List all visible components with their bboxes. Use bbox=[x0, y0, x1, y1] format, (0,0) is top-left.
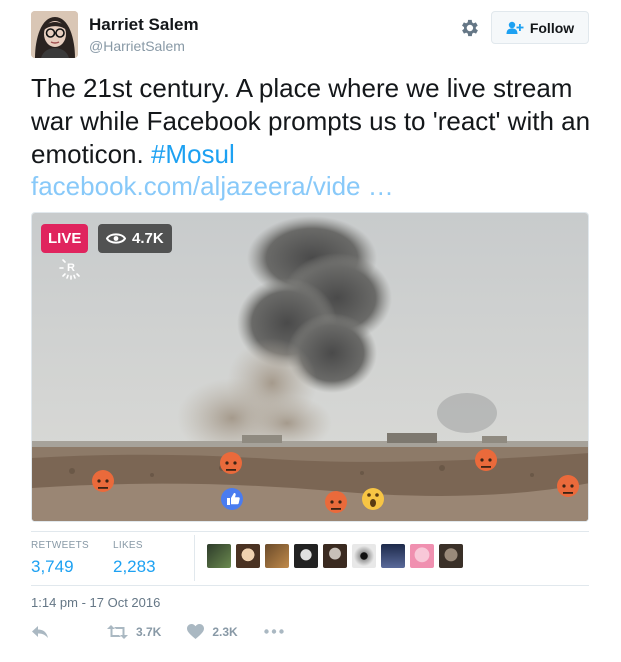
tweet-actions: 3.7K 2.3K bbox=[31, 624, 284, 639]
live-badge: LIVE bbox=[41, 224, 89, 253]
viewer-count-badge: 4.7K bbox=[98, 224, 172, 253]
gear-icon[interactable] bbox=[458, 17, 480, 39]
likes-count[interactable]: 2,283 bbox=[113, 557, 156, 577]
viewer-count: 4.7K bbox=[132, 230, 164, 247]
broadcaster-watermark-icon: R bbox=[59, 259, 80, 280]
live-video[interactable]: LIVE 4.7K R bbox=[31, 212, 589, 522]
avatar[interactable] bbox=[31, 11, 78, 58]
liker-avatars bbox=[207, 544, 463, 568]
likes-stat[interactable]: LIKES 2,283 bbox=[113, 540, 156, 577]
liker-avatar[interactable] bbox=[381, 544, 405, 568]
follow-label: Follow bbox=[529, 19, 575, 36]
tweet-timestamp[interactable]: 1:14 pm - 17 Oct 2016 bbox=[31, 595, 160, 610]
liker-avatar[interactable] bbox=[294, 544, 318, 568]
retweet-icon bbox=[107, 624, 128, 639]
like-count: 2.3K bbox=[212, 624, 238, 639]
likes-label: LIKES bbox=[113, 540, 143, 551]
retweets-stat[interactable]: RETWEETS 3,749 bbox=[31, 540, 89, 577]
user-name[interactable]: Harriet Salem bbox=[89, 15, 199, 35]
heart-icon bbox=[187, 624, 205, 639]
retweets-label: RETWEETS bbox=[31, 540, 89, 551]
liker-avatar[interactable] bbox=[207, 544, 231, 568]
liker-avatar[interactable] bbox=[439, 544, 463, 568]
liker-avatar[interactable] bbox=[265, 544, 289, 568]
hashtag-link[interactable]: #Mosul bbox=[151, 139, 235, 169]
eye-icon bbox=[106, 233, 126, 244]
angry-reaction-icon bbox=[475, 449, 497, 471]
angry-reaction-icon bbox=[557, 475, 579, 497]
reply-button[interactable] bbox=[31, 625, 49, 639]
tweet-url-link[interactable]: facebook.com/aljazeera/vide … bbox=[31, 170, 394, 203]
angry-reaction-icon bbox=[92, 470, 114, 492]
like-button[interactable]: 2.3K bbox=[187, 624, 238, 639]
tweet-body: The 21st century. A place where we live … bbox=[31, 73, 591, 169]
tweet-text: The 21st century. A place where we live … bbox=[31, 72, 601, 171]
divider bbox=[31, 585, 589, 586]
more-dots-icon bbox=[264, 629, 284, 634]
divider bbox=[31, 531, 589, 532]
retweet-count: 3.7K bbox=[136, 624, 162, 639]
angry-reaction-icon bbox=[325, 491, 347, 513]
stats-divider bbox=[194, 535, 195, 581]
liker-avatar[interactable] bbox=[236, 544, 260, 568]
user-handle[interactable]: @HarrietSalem bbox=[89, 38, 185, 54]
angry-reaction-icon bbox=[220, 452, 242, 474]
liker-avatar[interactable] bbox=[410, 544, 434, 568]
reply-icon bbox=[32, 625, 48, 638]
liker-avatar[interactable] bbox=[323, 544, 347, 568]
wow-reaction-icon bbox=[362, 488, 384, 510]
more-button[interactable] bbox=[264, 629, 284, 634]
follow-button[interactable]: Follow bbox=[491, 11, 589, 44]
tweet-stats: RETWEETS 3,749 LIKES 2,283 bbox=[31, 535, 589, 583]
video-frame bbox=[32, 213, 588, 521]
retweets-count[interactable]: 3,749 bbox=[31, 557, 89, 577]
like-reaction-icon bbox=[221, 488, 243, 510]
svg-text:R: R bbox=[67, 262, 75, 274]
retweet-button[interactable]: 3.7K bbox=[107, 624, 162, 639]
liker-avatar[interactable] bbox=[352, 544, 376, 568]
add-user-icon bbox=[506, 21, 524, 34]
